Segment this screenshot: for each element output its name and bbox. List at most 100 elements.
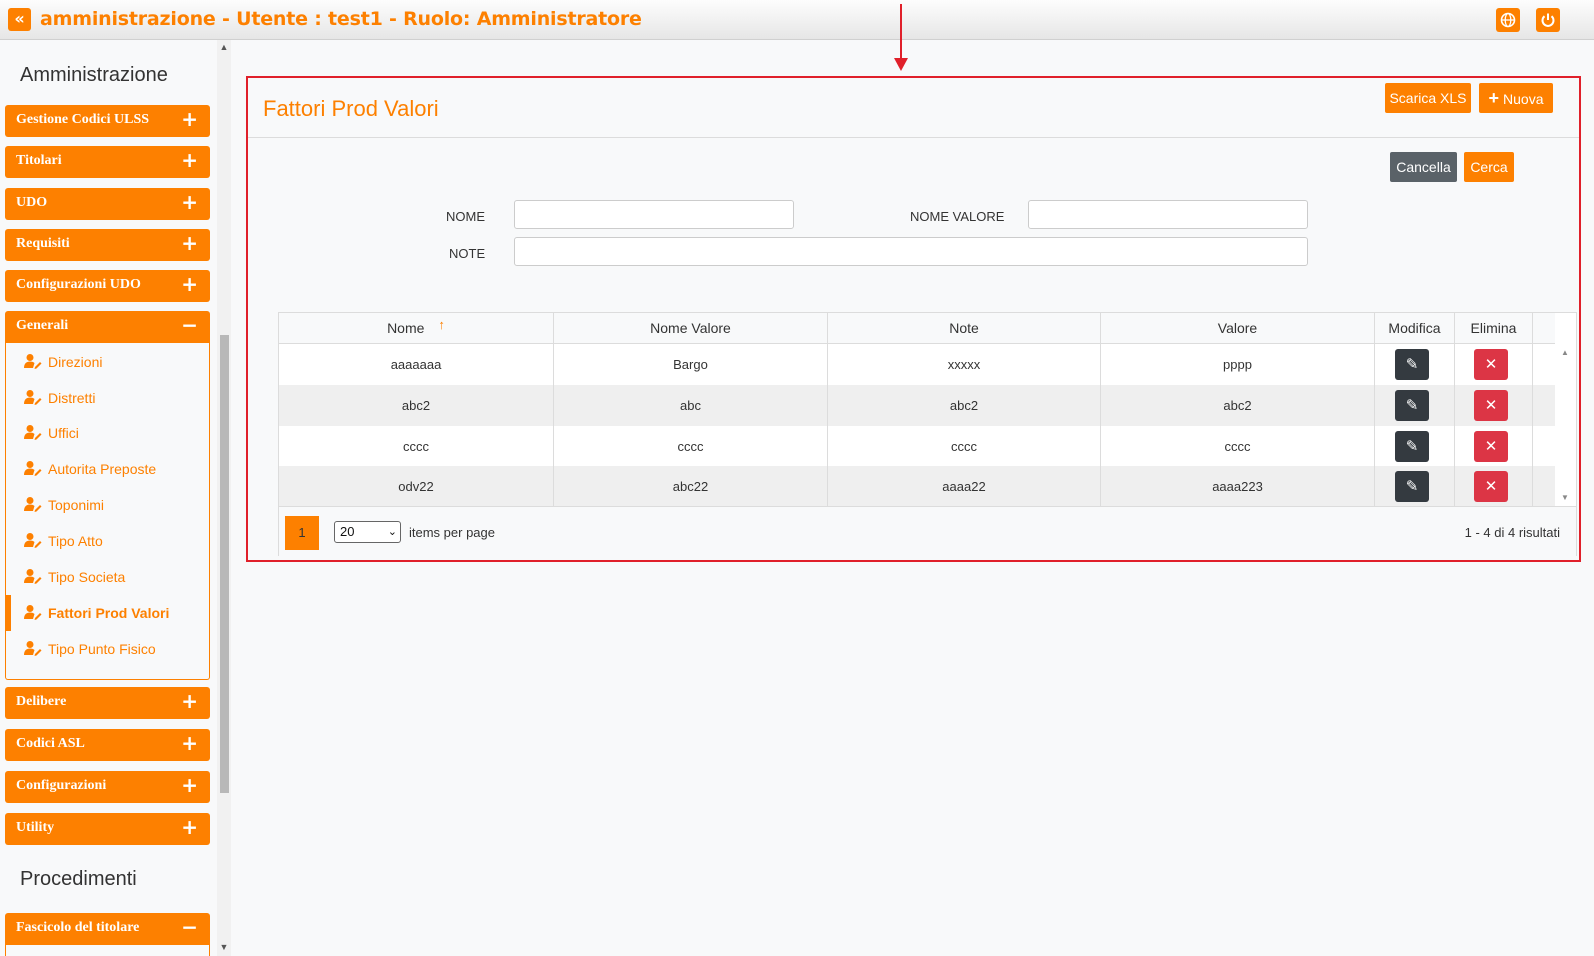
page-size-select[interactable]: 20 ⌄	[334, 521, 401, 543]
cell-nome-valore: abc22	[554, 466, 828, 507]
cell-nome: abc2	[279, 385, 554, 426]
section-title-procedimenti: Procedimenti	[20, 868, 137, 890]
edit-icon[interactable]: ✎	[1395, 431, 1429, 462]
download-xls-button[interactable]: Scarica XLS	[1385, 83, 1471, 113]
plus-icon: +	[181, 231, 198, 255]
nome-label: NOME	[446, 209, 485, 224]
note-input[interactable]	[514, 237, 1308, 266]
annotation-arrow-head	[894, 58, 908, 71]
sort-up-icon[interactable]: ↑	[438, 317, 445, 332]
edit-icon[interactable]: ✎	[1395, 390, 1429, 421]
table-header: Nome ↑ Nome Valore Note Valore Modifica E…	[279, 313, 1555, 344]
menu-fascicolo-del-titolare[interactable]: Fascicolo del titolare −	[5, 913, 210, 945]
page-title: Fattori Prod Valori	[263, 96, 439, 121]
cell-note: aaaa22	[828, 466, 1101, 507]
app-title: amministrazione - Utente : test1 - Ruolo…	[40, 8, 642, 30]
sidebar-item-toponimi[interactable]: Toponimi	[6, 487, 209, 523]
sidebar-item-tipo-societa[interactable]: Tipo Societa	[6, 559, 209, 595]
menu-delibere[interactable]: Delibere +	[5, 687, 210, 719]
annotation-arrow	[900, 4, 902, 62]
menu-codici-asl[interactable]: Codici ASL +	[5, 729, 210, 761]
sidebar-item-distretti[interactable]: Distretti	[6, 380, 209, 416]
search-button[interactable]: Cerca	[1464, 152, 1514, 182]
new-button[interactable]: + Nuova	[1479, 83, 1553, 113]
top-bar: « amministrazione - Utente : test1 - Ruo…	[0, 0, 1594, 40]
sidebar-item-tipo-punto-fisico[interactable]: Tipo Punto Fisico	[6, 631, 209, 667]
column-header-nome[interactable]: Nome ↑	[279, 313, 554, 344]
table-scrollbar[interactable]: ▲ ▼	[1555, 344, 1576, 506]
note-label: NOTE	[449, 246, 486, 261]
delete-icon[interactable]: ✕	[1474, 390, 1508, 421]
globe-icon[interactable]	[1496, 8, 1520, 32]
cancel-button[interactable]: Cancella	[1390, 152, 1457, 182]
delete-icon[interactable]: ✕	[1474, 431, 1508, 462]
nome-input[interactable]	[514, 200, 794, 229]
column-header-nome-valore[interactable]: Nome Valore	[554, 313, 828, 344]
cell-elimina: ✕	[1455, 466, 1533, 507]
nome-valore-label: NOME VALORE	[910, 209, 1005, 224]
new-button-label: Nuova	[1503, 91, 1544, 107]
sidebar-item-tipo-atto[interactable]: Tipo Atto	[6, 523, 209, 559]
cell-modifica: ✎	[1375, 344, 1455, 385]
sidebar-item-fattori-prod-valori[interactable]: Fattori Prod Valori	[6, 595, 209, 631]
user-edit-icon	[24, 569, 42, 584]
cell-nome: aaaaaaa	[279, 344, 554, 385]
menu-requisiti[interactable]: Requisiti +	[5, 229, 210, 261]
results-table: Nome ↑ Nome Valore Note Valore Modifica E…	[278, 312, 1577, 556]
edit-icon[interactable]: ✎	[1395, 471, 1429, 502]
power-icon[interactable]	[1536, 8, 1560, 32]
table-row[interactable]: cccc cccc cccc cccc ✎ ✕	[279, 426, 1555, 467]
plus-icon: +	[181, 773, 198, 797]
table-row[interactable]: odv22 abc22 aaaa22 aaaa223 ✎ ✕	[279, 466, 1555, 507]
cell-nome-valore: cccc	[554, 426, 828, 467]
sidebar: Amministrazione Gestione Codici ULSS + T…	[0, 40, 216, 956]
scroll-down-icon[interactable]: ▼	[218, 942, 230, 954]
main-panel: Fattori Prod Valori Scarica XLS + Nuova C…	[246, 76, 1581, 562]
plus-icon: +	[181, 731, 198, 755]
scrollbar-thumb[interactable]	[220, 335, 229, 793]
scroll-up-icon[interactable]: ▲	[218, 42, 230, 54]
scroll-up-icon[interactable]: ▲	[1561, 348, 1569, 357]
sidebar-item-uffici[interactable]: Uffici	[6, 415, 209, 451]
plus-icon: +	[181, 689, 198, 713]
double-chevron-left-icon[interactable]: «	[8, 8, 31, 31]
table-row[interactable]: abc2 abc abc2 abc2 ✎ ✕	[279, 385, 1555, 426]
plus-icon: +	[181, 148, 198, 172]
menu-gestione-codici-ulss[interactable]: Gestione Codici ULSS +	[5, 105, 210, 137]
edit-icon[interactable]: ✎	[1395, 349, 1429, 380]
items-per-page-label: items per page	[409, 525, 495, 540]
plus-icon: +	[181, 190, 198, 214]
column-header-valore[interactable]: Valore	[1101, 313, 1375, 344]
cell-note: abc2	[828, 385, 1101, 426]
nome-valore-input[interactable]	[1028, 200, 1308, 229]
menu-configurazioni-udo[interactable]: Configurazioni UDO +	[5, 270, 210, 302]
cell-elimina: ✕	[1455, 344, 1533, 385]
page-button-1[interactable]: 1	[285, 516, 319, 550]
sidebar-item-autorita-preposte[interactable]: Autorita Preposte	[6, 451, 209, 487]
sidebar-item-direzioni[interactable]: Direzioni	[6, 344, 209, 380]
scroll-down-icon[interactable]: ▼	[1561, 493, 1569, 502]
table-row[interactable]: aaaaaaa Bargo xxxxx pppp ✎ ✕	[279, 344, 1555, 385]
sidebar-scrollbar[interactable]: ▲ ▼	[217, 40, 231, 956]
plus-icon: +	[181, 107, 198, 131]
delete-icon[interactable]: ✕	[1474, 349, 1508, 380]
cell-nome: odv22	[279, 466, 554, 507]
cell-valore: abc2	[1101, 385, 1375, 426]
user-edit-icon	[24, 533, 42, 548]
menu-utility[interactable]: Utility +	[5, 813, 210, 845]
delete-icon[interactable]: ✕	[1474, 471, 1508, 502]
cell-elimina: ✕	[1455, 426, 1533, 467]
cell-elimina: ✕	[1455, 385, 1533, 426]
cell-modifica: ✎	[1375, 385, 1455, 426]
column-header-note[interactable]: Note	[828, 313, 1101, 344]
cell-modifica: ✎	[1375, 466, 1455, 507]
user-edit-icon	[24, 354, 42, 369]
plus-icon: +	[1488, 88, 1500, 108]
menu-udo[interactable]: UDO +	[5, 188, 210, 220]
cell-nome-valore: abc	[554, 385, 828, 426]
menu-configurazioni[interactable]: Configurazioni +	[5, 771, 210, 803]
menu-titolari[interactable]: Titolari +	[5, 146, 210, 178]
panel-header: Fattori Prod Valori Scarica XLS + Nuova	[248, 78, 1579, 138]
menu-generali[interactable]: Generali −	[5, 311, 210, 343]
cell-valore: aaaa223	[1101, 466, 1375, 507]
